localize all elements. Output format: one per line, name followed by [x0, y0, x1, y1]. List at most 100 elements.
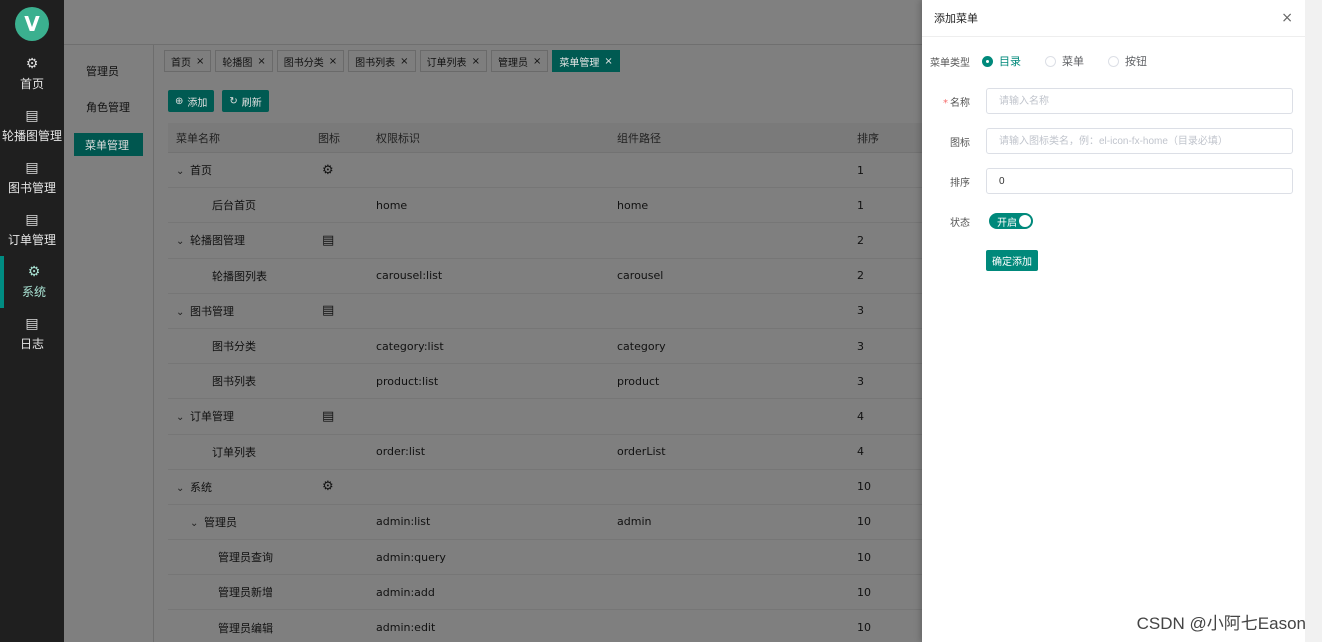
chevron-down-icon[interactable]: ⌄ — [176, 412, 190, 423]
add-menu-drawer: 添加菜单 × 菜单类型 目录 菜单 按钮 *名称 图标 排序 状态 开启 确定添… — [922, 0, 1305, 642]
clipboard-icon: ▤ — [25, 159, 39, 176]
status-switch[interactable]: 开启 — [989, 213, 1033, 229]
chevron-down-icon[interactable]: ⌄ — [176, 307, 190, 318]
table-row[interactable]: 管理员编辑 admin:edit 10 — [168, 610, 922, 642]
tab-close-icon[interactable]: × — [604, 56, 612, 67]
clipboard-icon: ▤ — [25, 315, 39, 332]
chevron-down-icon[interactable]: ⌄ — [176, 166, 190, 177]
table-row[interactable]: 管理员新增 admin:add 10 — [168, 575, 922, 611]
status-label: 状态 — [950, 217, 970, 229]
sort-input[interactable] — [986, 168, 1293, 194]
table-row[interactable]: ⌄ 轮播图管理 ▤ 2 — [168, 223, 922, 259]
tab-close-icon[interactable]: × — [472, 56, 480, 67]
tab-6[interactable]: 菜单管理 × — [552, 50, 620, 72]
submit-row: 确定添加 — [922, 250, 1305, 271]
logo[interactable]: V — [0, 0, 64, 48]
page-scrollbar[interactable] — [1305, 0, 1322, 642]
tab-close-icon[interactable]: × — [257, 56, 265, 67]
top-bar — [64, 0, 922, 45]
content: 首页 × 轮播图 × 图书分类 × 图书列表 × 订单列表 × 管理员 × 菜单管理 × ⊕ 添加 ↻ 刷新 … — [154, 45, 922, 642]
tab-close-icon[interactable]: × — [196, 56, 204, 67]
rail-item-4[interactable]: ⚙ 系统 — [0, 256, 64, 308]
clipboard-icon: ▤ — [322, 408, 335, 424]
watermark: CSDN @小阿七Eason — [1136, 614, 1306, 633]
table-row[interactable]: 轮播图列表 carousel:list carousel 2 — [168, 259, 922, 294]
table-row[interactable]: 后台首页 home home 1 — [168, 188, 922, 224]
radio-menu[interactable]: 菜单 — [1045, 53, 1084, 69]
gear-icon: ⚙ — [322, 162, 334, 178]
radio-dot-icon — [1108, 55, 1119, 67]
header-perm: 权限标识 — [376, 131, 420, 145]
tab-close-icon[interactable]: × — [329, 56, 337, 67]
add-button[interactable]: ⊕ 添加 — [168, 90, 215, 112]
table-header: 菜单名称 图标 权限标识 组件路径 排序 — [168, 123, 922, 153]
header-sort: 排序 — [857, 131, 879, 145]
table-row[interactable]: 管理员查询 admin:query 10 — [168, 540, 922, 576]
drawer-title: 添加菜单 — [934, 12, 978, 25]
rail-item-5[interactable]: ▤ 日志 — [0, 308, 64, 360]
tab-2[interactable]: 图书分类 × — [276, 50, 345, 72]
header-path: 组件路径 — [617, 131, 661, 145]
table-row[interactable]: 图书分类 category:list category 3 — [168, 329, 922, 365]
switch-knob — [1019, 215, 1031, 227]
rail-item-1[interactable]: ▤ 轮播图管理 — [0, 100, 64, 152]
table-row[interactable]: ⌄ 管理员 admin:list admin 10 — [168, 505, 922, 541]
plus-circle-icon: ⊕ — [175, 95, 184, 107]
icon-label: 图标 — [950, 137, 970, 149]
rail-item-0[interactable]: ⚙ 首页 — [0, 48, 64, 100]
subnav-item-menus[interactable]: 菜单管理 — [74, 133, 143, 156]
table-row[interactable]: 订单列表 order:list orderList 4 — [168, 435, 922, 470]
radio-button[interactable]: 按钮 — [1108, 53, 1147, 69]
gear-icon: ⚙ — [322, 479, 334, 495]
sub-nav: 管理员 角色管理 菜单管理 — [64, 45, 154, 642]
chevron-down-icon[interactable]: ⌄ — [190, 518, 204, 529]
header-name: 菜单名称 — [176, 131, 220, 145]
rail-item-label: 订单管理 — [7, 232, 56, 247]
tab-0[interactable]: 首页 × — [164, 50, 212, 72]
clipboard-icon: ▤ — [25, 107, 39, 124]
sort-label: 排序 — [950, 177, 970, 189]
icon-input[interactable] — [986, 128, 1293, 154]
table-row[interactable]: ⌄ 订单管理 ▤ 4 — [168, 399, 922, 435]
rail-item-2[interactable]: ▤ 图书管理 — [0, 152, 64, 204]
menu-table: 菜单名称 图标 权限标识 组件路径 排序 ⌄ 首页 ⚙ 1 后台首页 home home 1 ⌄… — [168, 123, 922, 642]
tab-4[interactable]: 订单列表 × — [419, 50, 487, 72]
tab-close-icon[interactable]: × — [533, 56, 541, 67]
clipboard-icon: ▤ — [25, 211, 39, 228]
header-icon: 图标 — [318, 131, 340, 145]
rail-item-label: 首页 — [19, 76, 44, 91]
type-label: 菜单类型 — [930, 57, 970, 69]
logo-mark: V — [15, 7, 49, 41]
left-rail: V ⚙ 首页 ▤ 轮播图管理 ▤ 图书管理 ▤ 订单管理 ⚙ 系统 ▤ 日志 — [0, 0, 64, 642]
tab-close-icon[interactable]: × — [400, 56, 408, 67]
chevron-down-icon[interactable]: ⌄ — [176, 236, 190, 247]
rail-item-3[interactable]: ▤ 订单管理 — [0, 204, 64, 256]
close-icon[interactable]: × — [1281, 10, 1293, 26]
clipboard-icon: ▤ — [322, 303, 335, 319]
drawer-header: 添加菜单 × — [922, 0, 1305, 37]
confirm-add-button[interactable]: 确定添加 — [986, 250, 1038, 271]
subnav-item-admin[interactable]: 管理员 — [64, 53, 153, 89]
tab-1[interactable]: 轮播图 × — [215, 50, 273, 72]
table-row[interactable]: ⌄ 图书管理 ▤ 3 — [168, 294, 922, 329]
tab-bar: 首页 × 轮播图 × 图书分类 × 图书列表 × 订单列表 × 管理员 × 菜单管理 × — [164, 50, 620, 72]
status-row: 状态 开启 — [922, 213, 1305, 229]
table-row[interactable]: 图书列表 product:list product 3 — [168, 364, 922, 400]
tab-3[interactable]: 图书列表 × — [348, 50, 416, 72]
action-bar: ⊕ 添加 ↻ 刷新 — [168, 90, 269, 112]
name-input[interactable] — [986, 88, 1293, 114]
radio-directory[interactable]: 目录 — [982, 53, 1021, 69]
refresh-icon: ↻ — [229, 95, 238, 107]
gear-icon: ⚙ — [27, 263, 41, 280]
refresh-button[interactable]: ↻ 刷新 — [222, 90, 269, 112]
rail-item-label: 系统 — [21, 284, 46, 299]
table-row[interactable]: ⌄ 首页 ⚙ 1 — [168, 153, 922, 189]
table-row[interactable]: ⌄ 系统 ⚙ 10 — [168, 470, 922, 505]
main-area: 管理员 角色管理 菜单管理 首页 × 轮播图 × 图书分类 × 图书列表 × 订单列表 × 管理员 ×… — [64, 0, 922, 642]
tab-5[interactable]: 管理员 × — [490, 50, 549, 72]
subnav-item-roles[interactable]: 角色管理 — [64, 89, 153, 125]
radio-dot-icon — [1045, 55, 1056, 67]
rail-item-label: 图书管理 — [7, 180, 56, 195]
chevron-down-icon[interactable]: ⌄ — [176, 483, 190, 494]
icon-row: 图标 — [922, 128, 1305, 154]
